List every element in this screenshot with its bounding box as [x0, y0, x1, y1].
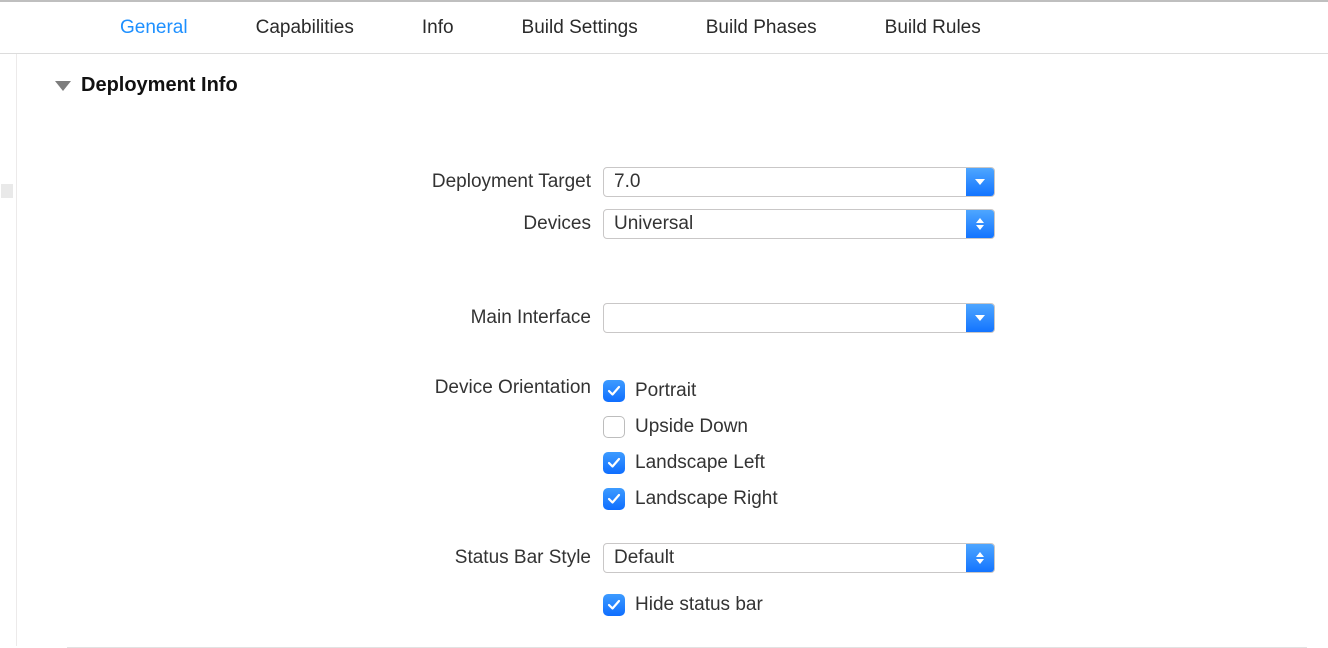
label-main-interface: Main Interface	[17, 303, 603, 333]
orientation-upside-down-checkbox[interactable]	[603, 416, 625, 438]
label-device-orientation: Device Orientation	[17, 373, 603, 403]
row-status-bar-style: Status Bar Style Default Hide status bar	[17, 543, 1328, 623]
deployment-form: Deployment Target 7.0 Devices Universal …	[17, 167, 1328, 648]
status-bar-style-value: Default	[604, 544, 966, 572]
hide-status-bar-label: Hide status bar	[635, 594, 763, 616]
orientation-checkboxes: Portrait Upside Down Landscape Left	[603, 373, 778, 517]
chevron-down-icon	[975, 179, 985, 185]
tab-build-settings[interactable]: Build Settings	[522, 17, 638, 39]
deployment-target-value[interactable]: 7.0	[604, 168, 966, 196]
orientation-upside-down-label: Upside Down	[635, 416, 748, 438]
tab-build-phases[interactable]: Build Phases	[706, 17, 817, 39]
deployment-target-combobox[interactable]: 7.0	[603, 167, 995, 197]
hide-status-bar-checkbox[interactable]	[603, 594, 625, 616]
chevron-down-icon	[976, 225, 984, 230]
chevron-up-icon	[976, 218, 984, 223]
row-device-orientation: Device Orientation Portrait Upside Down	[17, 373, 1328, 517]
row-main-interface: Main Interface	[17, 303, 1328, 333]
label-deployment-target: Deployment Target	[17, 167, 603, 197]
tab-bar: General Capabilities Info Build Settings…	[0, 0, 1328, 54]
deployment-target-dropdown-button[interactable]	[966, 168, 994, 196]
hide-status-bar-row: Hide status bar	[603, 587, 995, 623]
chevron-up-icon	[976, 552, 984, 557]
main-interface-dropdown-button[interactable]	[966, 304, 994, 332]
chevron-down-icon	[975, 315, 985, 321]
label-status-bar-style: Status Bar Style	[17, 543, 603, 573]
orientation-portrait-row: Portrait	[603, 373, 778, 409]
section-header[interactable]: Deployment Info	[17, 74, 1328, 97]
section-title: Deployment Info	[81, 74, 238, 97]
gutter-marker	[1, 184, 13, 198]
content-pane: Deployment Info Deployment Target 7.0 De…	[16, 54, 1328, 646]
orientation-landscape-left-label: Landscape Left	[635, 452, 765, 474]
row-deployment-target: Deployment Target 7.0	[17, 167, 1328, 197]
tab-capabilities[interactable]: Capabilities	[256, 17, 354, 39]
devices-value: Universal	[604, 210, 966, 238]
devices-select[interactable]: Universal	[603, 209, 995, 239]
orientation-upside-down-row: Upside Down	[603, 409, 778, 445]
row-devices: Devices Universal	[17, 209, 1328, 239]
orientation-landscape-right-checkbox[interactable]	[603, 488, 625, 510]
tab-info[interactable]: Info	[422, 17, 454, 39]
status-bar-style-select[interactable]: Default	[603, 543, 995, 573]
orientation-landscape-right-label: Landscape Right	[635, 488, 778, 510]
orientation-landscape-left-row: Landscape Left	[603, 445, 778, 481]
chevron-down-icon	[976, 559, 984, 564]
orientation-portrait-checkbox[interactable]	[603, 380, 625, 402]
disclosure-triangle-icon[interactable]	[55, 81, 71, 91]
orientation-landscape-left-checkbox[interactable]	[603, 452, 625, 474]
tab-build-rules[interactable]: Build Rules	[885, 17, 981, 39]
label-devices: Devices	[17, 209, 603, 239]
orientation-portrait-label: Portrait	[635, 380, 696, 402]
main-interface-combobox[interactable]	[603, 303, 995, 333]
orientation-landscape-right-row: Landscape Right	[603, 481, 778, 517]
status-bar-style-dropdown-button[interactable]	[966, 544, 994, 572]
devices-dropdown-button[interactable]	[966, 210, 994, 238]
tab-general[interactable]: General	[120, 17, 188, 39]
